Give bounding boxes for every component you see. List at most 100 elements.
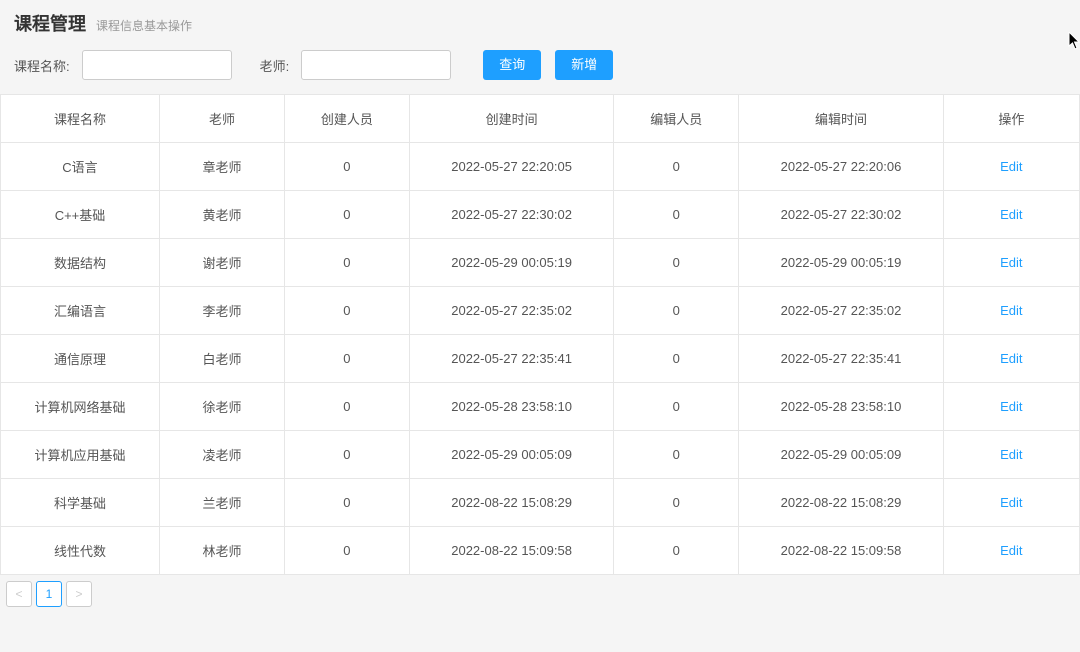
- cell-editor: 0: [614, 191, 739, 239]
- cell-name: C++基础: [1, 191, 160, 239]
- cell-editor: 0: [614, 383, 739, 431]
- cell-name: 计算机网络基础: [1, 383, 160, 431]
- cell-editor: 0: [614, 479, 739, 527]
- edit-link[interactable]: Edit: [1000, 159, 1022, 174]
- table-row: C++基础黄老师02022-05-27 22:30:0202022-05-27 …: [1, 191, 1080, 239]
- table-header-row: 课程名称 老师 创建人员 创建时间 编辑人员 编辑时间 操作: [1, 95, 1080, 143]
- col-header-teacher: 老师: [160, 95, 285, 143]
- cell-editor: 0: [614, 287, 739, 335]
- edit-link[interactable]: Edit: [1000, 495, 1022, 510]
- pager-prev-button[interactable]: <: [6, 581, 32, 607]
- cell-edit-time: 2022-05-27 22:35:02: [739, 287, 943, 335]
- cell-action: Edit: [943, 335, 1079, 383]
- cell-action: Edit: [943, 191, 1079, 239]
- cell-edit-time: 2022-05-27 22:20:06: [739, 143, 943, 191]
- course-name-label: 课程名称:: [14, 56, 70, 75]
- cell-create-time: 2022-05-29 00:05:09: [409, 431, 613, 479]
- cell-creator: 0: [284, 191, 409, 239]
- cell-create-time: 2022-05-27 22:30:02: [409, 191, 613, 239]
- table-row: 计算机应用基础凌老师02022-05-29 00:05:0902022-05-2…: [1, 431, 1080, 479]
- cell-teacher: 兰老师: [160, 479, 285, 527]
- search-bar: 课程名称: 老师: 查询 新增: [0, 44, 1080, 94]
- cell-creator: 0: [284, 431, 409, 479]
- cell-action: Edit: [943, 383, 1079, 431]
- page-header: 课程管理 课程信息基本操作: [0, 0, 1080, 44]
- table-row: 科学基础兰老师02022-08-22 15:08:2902022-08-22 1…: [1, 479, 1080, 527]
- search-buttons: 查询 新增: [483, 50, 613, 80]
- cell-edit-time: 2022-08-22 15:08:29: [739, 479, 943, 527]
- cell-action: Edit: [943, 527, 1079, 575]
- edit-link[interactable]: Edit: [1000, 399, 1022, 414]
- cell-editor: 0: [614, 527, 739, 575]
- edit-link[interactable]: Edit: [1000, 543, 1022, 558]
- cell-edit-time: 2022-08-22 15:09:58: [739, 527, 943, 575]
- cell-action: Edit: [943, 479, 1079, 527]
- cell-edit-time: 2022-05-27 22:30:02: [739, 191, 943, 239]
- cell-edit-time: 2022-05-29 00:05:09: [739, 431, 943, 479]
- add-button[interactable]: 新增: [555, 50, 613, 80]
- cell-teacher: 谢老师: [160, 239, 285, 287]
- cell-teacher: 李老师: [160, 287, 285, 335]
- pagination: < 1 >: [0, 575, 1080, 627]
- cell-name: 计算机应用基础: [1, 431, 160, 479]
- cell-teacher: 白老师: [160, 335, 285, 383]
- cell-edit-time: 2022-05-27 22:35:41: [739, 335, 943, 383]
- teacher-input[interactable]: [301, 50, 451, 80]
- col-header-action: 操作: [943, 95, 1079, 143]
- col-header-edit-time: 编辑时间: [739, 95, 943, 143]
- edit-link[interactable]: Edit: [1000, 303, 1022, 318]
- cell-creator: 0: [284, 287, 409, 335]
- cell-create-time: 2022-05-28 23:58:10: [409, 383, 613, 431]
- page-title: 课程管理: [14, 10, 86, 36]
- edit-link[interactable]: Edit: [1000, 207, 1022, 222]
- edit-link[interactable]: Edit: [1000, 255, 1022, 270]
- cell-creator: 0: [284, 239, 409, 287]
- query-button[interactable]: 查询: [483, 50, 541, 80]
- cell-teacher: 徐老师: [160, 383, 285, 431]
- page-subtitle: 课程信息基本操作: [96, 17, 192, 34]
- cell-name: 科学基础: [1, 479, 160, 527]
- cell-editor: 0: [614, 239, 739, 287]
- cell-edit-time: 2022-05-28 23:58:10: [739, 383, 943, 431]
- pager-next-button[interactable]: >: [66, 581, 92, 607]
- table-row: 汇编语言李老师02022-05-27 22:35:0202022-05-27 2…: [1, 287, 1080, 335]
- courses-table: 课程名称 老师 创建人员 创建时间 编辑人员 编辑时间 操作 C语言章老师020…: [0, 94, 1080, 575]
- cell-create-time: 2022-05-27 22:35:02: [409, 287, 613, 335]
- cell-editor: 0: [614, 431, 739, 479]
- cell-editor: 0: [614, 335, 739, 383]
- cell-creator: 0: [284, 527, 409, 575]
- col-header-create-time: 创建时间: [409, 95, 613, 143]
- cell-name: 通信原理: [1, 335, 160, 383]
- cell-teacher: 凌老师: [160, 431, 285, 479]
- table-row: 计算机网络基础徐老师02022-05-28 23:58:1002022-05-2…: [1, 383, 1080, 431]
- edit-link[interactable]: Edit: [1000, 351, 1022, 366]
- cell-editor: 0: [614, 143, 739, 191]
- table-row: 线性代数林老师02022-08-22 15:09:5802022-08-22 1…: [1, 527, 1080, 575]
- col-header-name: 课程名称: [1, 95, 160, 143]
- cell-create-time: 2022-08-22 15:08:29: [409, 479, 613, 527]
- cell-name: C语言: [1, 143, 160, 191]
- cell-create-time: 2022-05-29 00:05:19: [409, 239, 613, 287]
- table-row: 通信原理白老师02022-05-27 22:35:4102022-05-27 2…: [1, 335, 1080, 383]
- course-name-input[interactable]: [82, 50, 232, 80]
- cell-creator: 0: [284, 479, 409, 527]
- cell-teacher: 黄老师: [160, 191, 285, 239]
- cell-action: Edit: [943, 431, 1079, 479]
- cell-creator: 0: [284, 383, 409, 431]
- cell-name: 线性代数: [1, 527, 160, 575]
- cell-teacher: 章老师: [160, 143, 285, 191]
- cell-action: Edit: [943, 143, 1079, 191]
- cell-name: 汇编语言: [1, 287, 160, 335]
- cell-create-time: 2022-05-27 22:35:41: [409, 335, 613, 383]
- table-row: 数据结构谢老师02022-05-29 00:05:1902022-05-29 0…: [1, 239, 1080, 287]
- pager-page-1[interactable]: 1: [36, 581, 62, 607]
- cell-name: 数据结构: [1, 239, 160, 287]
- teacher-label: 老师:: [260, 56, 290, 75]
- cell-creator: 0: [284, 143, 409, 191]
- cell-create-time: 2022-08-22 15:09:58: [409, 527, 613, 575]
- cell-action: Edit: [943, 287, 1079, 335]
- col-header-creator: 创建人员: [284, 95, 409, 143]
- edit-link[interactable]: Edit: [1000, 447, 1022, 462]
- cell-teacher: 林老师: [160, 527, 285, 575]
- cell-create-time: 2022-05-27 22:20:05: [409, 143, 613, 191]
